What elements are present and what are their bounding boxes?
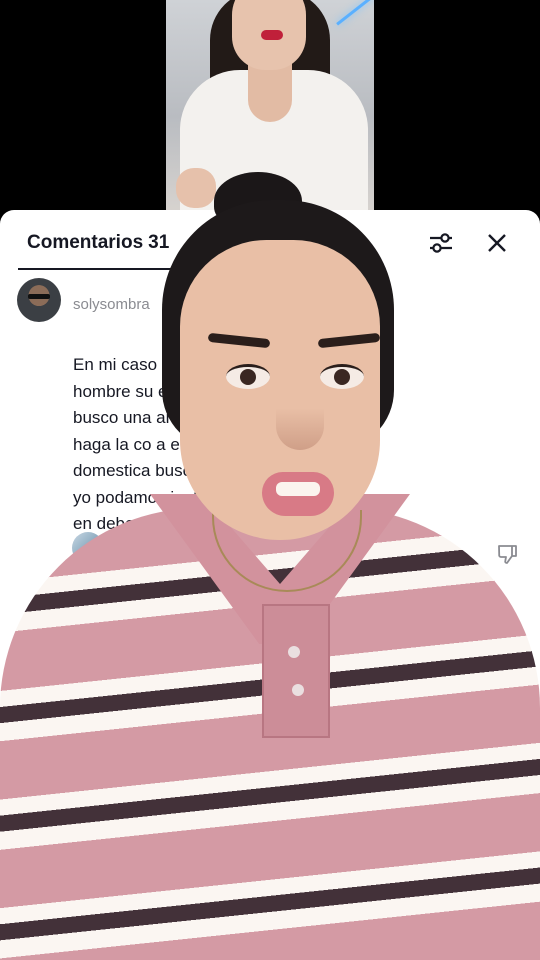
comment-text-fragment: n [518, 898, 528, 917]
thumbs-down-icon[interactable] [496, 542, 520, 566]
comment-username[interactable]: solysombra [73, 296, 150, 313]
comment-text-fragment: ne [508, 872, 527, 891]
video-inset [166, 0, 374, 212]
comments-title-label: Comentarios [27, 232, 144, 253]
avatar[interactable] [17, 278, 61, 322]
avatar-glasses [28, 294, 50, 299]
inset-lips [261, 30, 283, 40]
light-flare [336, 0, 374, 26]
reply-username[interactable]: Karen [113, 536, 153, 553]
inset-hand [176, 168, 216, 208]
header-divider [18, 268, 180, 270]
comment-text: En mi caso empresa, un hombre su ente! m… [73, 355, 267, 533]
heart-outline-icon[interactable] [420, 542, 444, 566]
comments-sheet: Comentarios 31 solysombra En mi caso empr… [0, 210, 540, 960]
comment-text-fragment: a [520, 846, 530, 865]
sliders-icon[interactable] [426, 228, 456, 258]
reply-avatar[interactable] [72, 532, 104, 564]
comments-count: 31 [148, 232, 170, 253]
comments-header: Comentarios 31 [0, 210, 540, 268]
close-icon[interactable] [482, 228, 512, 258]
comment-text-fragment: r [525, 820, 531, 839]
comments-title: Comentarios 31 [27, 232, 169, 254]
inset-neck [248, 62, 292, 122]
